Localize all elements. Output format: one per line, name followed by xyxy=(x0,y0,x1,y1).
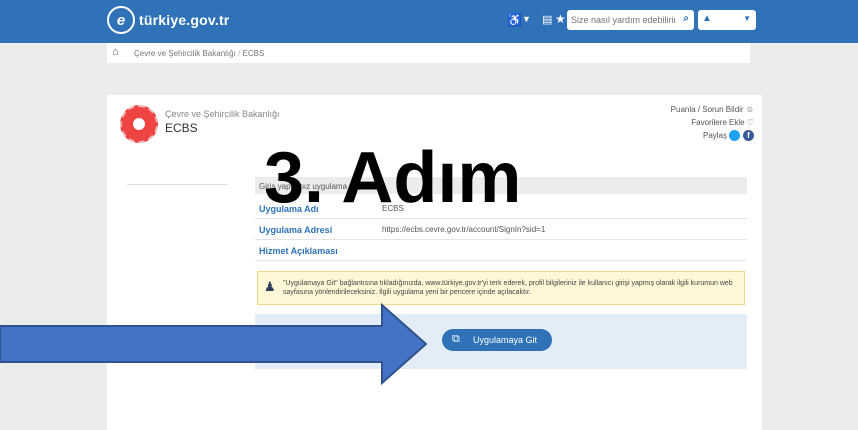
info-user-icon: ♟ xyxy=(264,279,276,294)
service-name: ECBS xyxy=(165,121,198,135)
share-label: Paylaş xyxy=(702,131,727,140)
search-icon[interactable]: ⌕ xyxy=(683,13,689,24)
smile-icon: ☺ xyxy=(745,105,754,114)
service-links: Puanla / Sorun Bildir ☺ Favorilere Ekle … xyxy=(671,103,754,142)
chevron-down-icon: ▼ xyxy=(743,14,751,23)
info-row-service-desc: Hizmet Açıklaması xyxy=(255,240,747,261)
breadcrumb-item-ecbs: ECBS xyxy=(242,49,265,58)
add-favorite-link[interactable]: Favorilere Ekle xyxy=(691,118,744,127)
sidebar-divider xyxy=(127,184,227,185)
search-input[interactable] xyxy=(571,12,675,28)
facebook-icon[interactable]: f xyxy=(743,130,754,142)
top-header: e türkiye.gov.tr ♿ ▼ ▤ ★ ⌕ ▲ ▼ xyxy=(0,0,858,43)
site-logo[interactable]: e türkiye.gov.tr xyxy=(107,6,229,34)
breadcrumb-separator: / xyxy=(238,49,241,58)
pointer-arrow-overlay xyxy=(0,303,428,385)
user-menu[interactable]: ▲ ▼ xyxy=(698,10,756,30)
home-icon[interactable]: ⌂ xyxy=(112,46,119,58)
step-title-overlay: 3. Adım xyxy=(264,138,522,218)
rate-report-link[interactable]: Puanla / Sorun Bildir xyxy=(671,105,744,114)
arrow-shape xyxy=(0,303,428,385)
favorites-star-icon[interactable]: ★ xyxy=(555,12,566,26)
chevron-down-icon[interactable]: ▼ xyxy=(522,14,531,24)
app-address-value: https://ecbs.cevre.gov.tr/account/SignIn… xyxy=(382,225,546,234)
logo-text: türkiye.gov.tr xyxy=(139,12,230,28)
go-to-application-button[interactable]: ⧉ Uygulamaya Git xyxy=(442,329,552,351)
breadcrumb-item-ministry[interactable]: Çevre ve Şehircilik Bakanlığı xyxy=(134,49,236,58)
heart-icon: ♡ xyxy=(746,118,754,127)
e-devlet-logo-icon: e xyxy=(107,6,135,34)
ministry-emblem xyxy=(120,105,158,143)
notice-text: "Uygulamaya Git" bağlantısına tıkladığın… xyxy=(283,280,733,296)
app-address-label: Uygulama Adresi xyxy=(259,225,333,235)
id-card-icon[interactable]: ▤ xyxy=(542,13,552,26)
twitter-icon[interactable] xyxy=(729,130,740,142)
go-button-label: Uygulamaya Git xyxy=(473,335,538,345)
info-row-app-address: Uygulama Adresi https://ecbs.cevre.gov.t… xyxy=(255,219,747,240)
service-desc-label: Hizmet Açıklaması xyxy=(259,246,338,256)
redirect-notice: ♟ "Uygulamaya Git" bağlantısına tıkladığ… xyxy=(257,271,745,305)
breadcrumb: ⌂ Çevre ve Şehircilik Bakanlığı / ECBS xyxy=(107,43,750,63)
external-window-icon: ⧉ xyxy=(452,333,460,345)
search-box: ⌕ xyxy=(567,10,694,30)
ministry-name: Çevre ve Şehircilik Bakanlığı xyxy=(165,109,280,119)
user-icon: ▲ xyxy=(702,13,712,24)
accessibility-icon[interactable]: ♿ xyxy=(507,13,522,27)
